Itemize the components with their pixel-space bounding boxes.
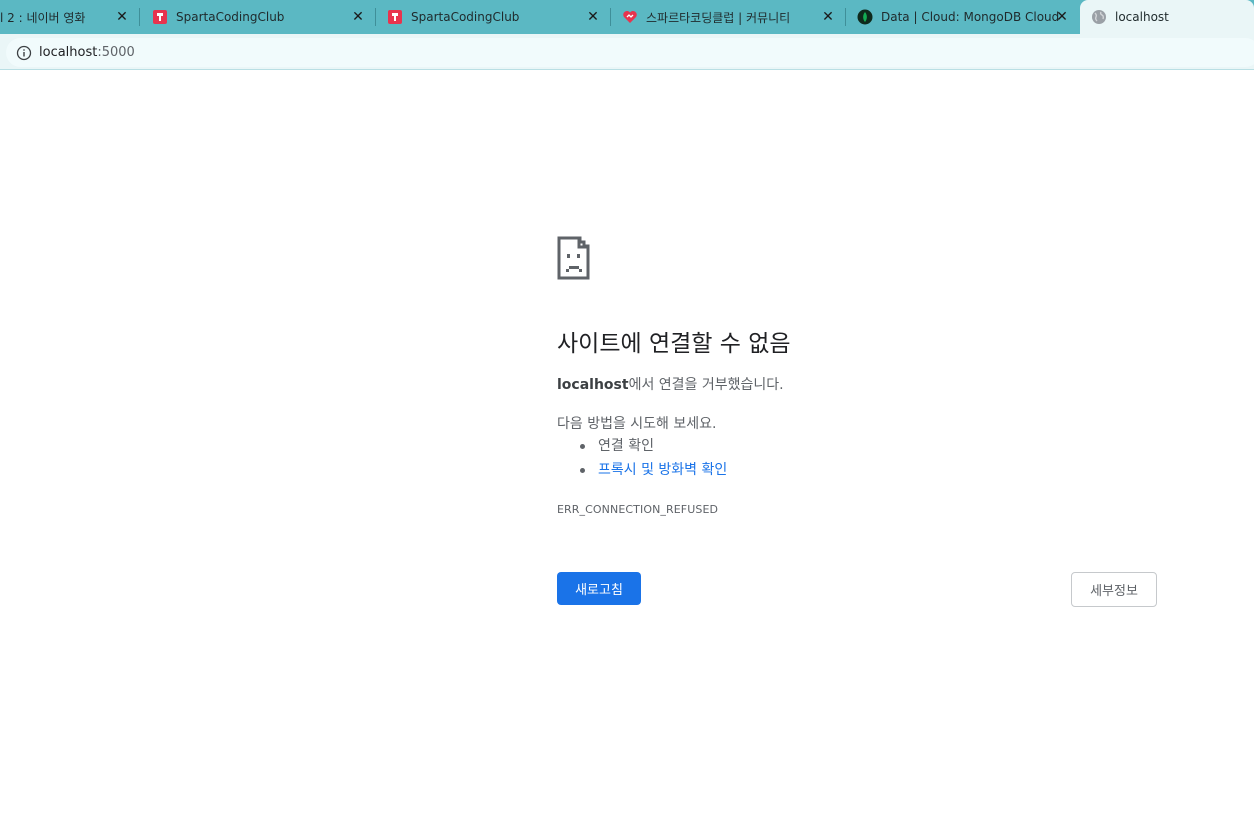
tab-sparta-community[interactable]: 스파르타코딩클럽 | 커뮤니티 ✕ xyxy=(611,0,846,34)
url-port: :5000 xyxy=(97,45,135,60)
mongodb-leaf-icon xyxy=(857,9,873,25)
sparta-icon xyxy=(388,10,402,24)
error-description: localhost에서 연결을 거부했습니다. xyxy=(557,374,784,394)
globe-icon xyxy=(1092,10,1106,24)
error-description-text: 에서 연결을 거부했습니다. xyxy=(628,377,784,393)
close-icon[interactable]: ✕ xyxy=(114,9,130,25)
close-icon[interactable]: ✕ xyxy=(585,9,601,25)
browser-toolbar: localhost:5000 xyxy=(0,34,1254,70)
bullet-icon xyxy=(580,468,585,473)
tab-title: localhost xyxy=(1115,10,1169,24)
tab-title: 스파르타코딩클럽 | 커뮤니티 xyxy=(646,10,791,25)
tab-title: Data | Cloud: MongoDB Cloud xyxy=(881,10,1060,24)
error-code: ERR_CONNECTION_REFUSED xyxy=(557,503,719,516)
url-text[interactable]: localhost:5000 xyxy=(39,45,135,60)
error-host: localhost xyxy=(557,377,629,393)
tab-title: SpartaCodingClub xyxy=(411,10,520,24)
suggestion-list: 연결 확인 프록시 및 방화벽 확인 xyxy=(557,436,727,484)
tab-spartacodingclub-2[interactable]: SpartaCodingClub ✕ xyxy=(376,0,611,34)
bullet-icon xyxy=(580,444,585,449)
tab-localhost[interactable]: localhost xyxy=(1080,0,1254,34)
reload-button[interactable]: 새로고침 xyxy=(557,572,641,605)
tab-mongodb-cloud[interactable]: Data | Cloud: MongoDB Cloud ✕ xyxy=(846,0,1080,34)
sparta-icon xyxy=(153,10,167,24)
close-icon[interactable]: ✕ xyxy=(820,9,836,25)
address-bar[interactable]: localhost:5000 xyxy=(6,38,1254,67)
close-icon[interactable]: ✕ xyxy=(1054,9,1070,25)
close-icon[interactable]: ✕ xyxy=(350,9,366,25)
heart-icon xyxy=(623,11,637,23)
tab-naver-movie[interactable]: l 2 : 네이버 영화 ✕ xyxy=(0,0,140,34)
list-item: 프록시 및 방화벽 확인 xyxy=(557,460,727,484)
error-heading: 사이트에 연결할 수 없음 xyxy=(557,331,791,357)
sad-document-icon xyxy=(557,236,590,280)
tab-strip: l 2 : 네이버 영화 ✕ SpartaCodingClub ✕ Sparta… xyxy=(0,0,1254,34)
list-item: 연결 확인 xyxy=(557,436,727,460)
url-host: localhost xyxy=(39,45,98,60)
try-label: 다음 방법을 시도해 보세요. xyxy=(557,416,717,432)
tab-title: SpartaCodingClub xyxy=(176,10,285,24)
tab-spartacodingclub-1[interactable]: SpartaCodingClub ✕ xyxy=(140,0,376,34)
details-button[interactable]: 세부정보 xyxy=(1071,572,1157,607)
suggestion-check-connection: 연결 확인 xyxy=(598,438,654,454)
suggestion-check-proxy-link[interactable]: 프록시 및 방화벽 확인 xyxy=(598,462,727,478)
info-icon[interactable] xyxy=(16,45,32,61)
tab-title: l 2 : 네이버 영화 xyxy=(0,10,86,25)
